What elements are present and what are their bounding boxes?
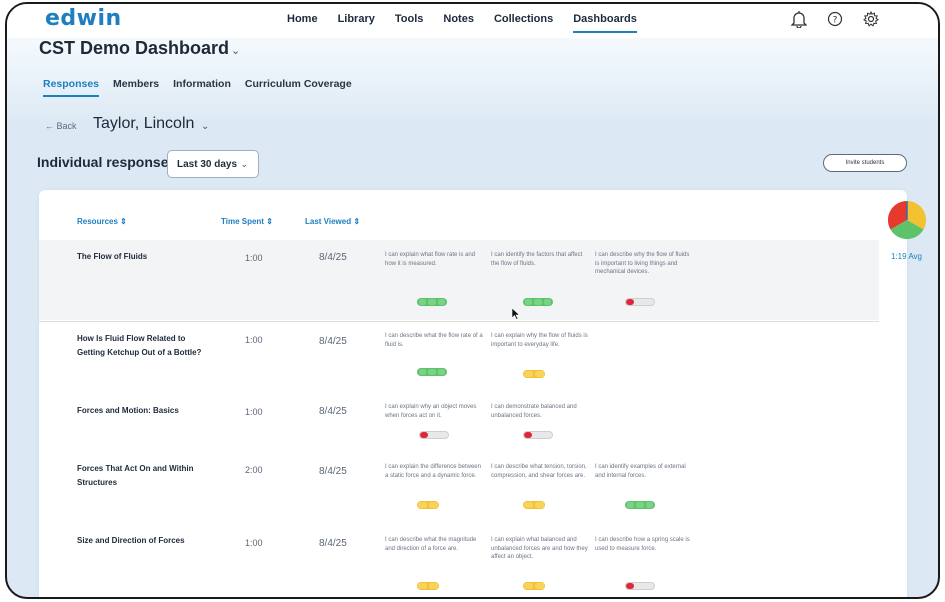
- average-time-label: 1:19 Avg: [891, 252, 922, 261]
- period-select[interactable]: Last 30 days ⌄: [167, 150, 259, 178]
- time-spent: 1:00: [245, 538, 263, 548]
- learning-statement: I can describe what tension, torsion, co…: [491, 464, 587, 479]
- learning-statement: I can explain why the flow of fluids is …: [491, 333, 588, 348]
- table-row[interactable]: How Is Fluid Flow Related to Getting Ket…: [39, 328, 879, 394]
- learning-statement: I can explain what balanced and unbalanc…: [491, 537, 588, 560]
- column-header-resources[interactable]: Resources ⇕: [77, 217, 127, 226]
- nav-library[interactable]: Library: [338, 13, 375, 33]
- header-label: Time Spent: [221, 217, 264, 226]
- back-link[interactable]: ← Back: [45, 121, 77, 131]
- app-window: edwin Home Library Tools Notes Collectio…: [5, 2, 940, 599]
- time-spent: 1:00: [245, 407, 263, 417]
- time-spent: 1:00: [245, 253, 263, 263]
- header-label: Last Viewed: [305, 217, 352, 226]
- mastery-indicator-red: [625, 582, 655, 590]
- nav-dashboards[interactable]: Dashboards: [573, 13, 637, 33]
- student-name[interactable]: Taylor, Lincoln: [93, 115, 194, 133]
- table-row[interactable]: Size and Direction of Forces 1:00 8/4/25…: [39, 532, 879, 597]
- tab-information[interactable]: Information: [173, 78, 231, 97]
- table-row[interactable]: The Flow of Fluids 1:00 8/4/25 I can exp…: [39, 240, 879, 320]
- column-header-time-spent[interactable]: Time Spent ⇕: [221, 217, 273, 226]
- resource-title[interactable]: The Flow of Fluids: [77, 250, 207, 264]
- tab-members[interactable]: Members: [113, 78, 159, 97]
- column-header-last-viewed[interactable]: Last Viewed ⇕: [305, 217, 360, 226]
- nav-notes[interactable]: Notes: [443, 13, 474, 33]
- last-viewed: 8/4/25: [319, 466, 347, 477]
- section-title: Individual responses: [37, 154, 177, 170]
- learning-statement: I can describe what the magnitude and di…: [385, 537, 477, 552]
- last-viewed: 8/4/25: [319, 336, 347, 347]
- nav-collections[interactable]: Collections: [494, 13, 553, 33]
- learning-statement: I can explain the difference between a s…: [385, 464, 481, 479]
- last-viewed: 8/4/25: [319, 252, 347, 263]
- time-spent: 1:00: [245, 335, 263, 345]
- resource-title[interactable]: Forces and Motion: Basics: [77, 404, 207, 418]
- header-label: Resources: [77, 217, 118, 226]
- responses-table: Resources ⇕ Time Spent ⇕ Last Viewed ⇕ T…: [39, 190, 907, 597]
- learning-statement: I can describe why the flow of fluids is…: [595, 252, 690, 275]
- resource-title[interactable]: Forces That Act On and Within Structures: [77, 462, 207, 490]
- mastery-indicator-yellow: [523, 370, 545, 378]
- resource-title[interactable]: Size and Direction of Forces: [77, 534, 207, 548]
- mastery-indicator-yellow: [523, 501, 545, 509]
- nav-home[interactable]: Home: [287, 13, 318, 33]
- settings-icon[interactable]: [862, 10, 880, 28]
- learning-statement: I can explain what flow rate is and how …: [385, 252, 476, 267]
- dashboard-tabs: Responses Members Information Curriculum…: [43, 78, 366, 97]
- average-pie-chart[interactable]: [887, 200, 927, 240]
- time-spent: 2:00: [245, 465, 263, 475]
- mouse-cursor-icon: [511, 307, 521, 320]
- mastery-indicator-green: [523, 298, 553, 306]
- nav-icons: ?: [790, 10, 880, 28]
- mastery-indicator-red: [625, 298, 655, 306]
- nav-tools[interactable]: Tools: [395, 13, 424, 33]
- mastery-indicator-red: [523, 431, 553, 439]
- period-value: Last 30 days: [177, 159, 238, 170]
- top-navbar: edwin Home Library Tools Notes Collectio…: [7, 4, 938, 38]
- mastery-indicator-green: [625, 501, 655, 509]
- notification-icon[interactable]: [790, 10, 808, 28]
- learning-statement: I can identify the factors that affect t…: [491, 252, 583, 267]
- main-nav: Home Library Tools Notes Collections Das…: [287, 13, 657, 33]
- learning-statement: I can explain why an object moves when f…: [385, 404, 477, 419]
- help-icon[interactable]: ?: [826, 10, 844, 28]
- table-row[interactable]: Forces and Motion: Basics 1:00 8/4/25 I …: [39, 400, 879, 452]
- learning-statement: I can identify examples of external and …: [595, 464, 686, 479]
- learning-statement: I can demonstrate balanced and unbalance…: [491, 404, 577, 419]
- table-row[interactable]: Forces That Act On and Within Structures…: [39, 460, 879, 524]
- mastery-indicator-yellow: [417, 582, 439, 590]
- resource-title[interactable]: How Is Fluid Flow Related to Getting Ket…: [77, 332, 207, 360]
- dashboard-title: CST Demo Dashboard: [39, 38, 230, 58]
- chevron-down-icon[interactable]: ⌄: [201, 121, 209, 132]
- chevron-down-icon[interactable]: ⌄: [231, 44, 240, 57]
- learning-statement: I can describe how a spring scale is use…: [595, 537, 690, 552]
- last-viewed: 8/4/25: [319, 406, 347, 417]
- app-logo[interactable]: edwin: [45, 6, 122, 31]
- row-divider: [39, 321, 879, 322]
- mastery-indicator-red: [419, 431, 449, 439]
- mastery-indicator-yellow: [523, 582, 545, 590]
- mastery-indicator-green: [417, 368, 447, 376]
- tab-responses[interactable]: Responses: [43, 78, 100, 97]
- mastery-indicator-green: [417, 298, 447, 306]
- tab-curriculum-coverage[interactable]: Curriculum Coverage: [245, 78, 352, 97]
- learning-statement: I can describe what the flow rate of a f…: [385, 333, 483, 348]
- invite-students-button[interactable]: Invite students: [823, 154, 907, 172]
- mastery-indicator-yellow: [417, 501, 439, 509]
- last-viewed: 8/4/25: [319, 538, 347, 549]
- svg-text:?: ?: [833, 16, 838, 26]
- chevron-down-icon: ⌄: [240, 159, 248, 169]
